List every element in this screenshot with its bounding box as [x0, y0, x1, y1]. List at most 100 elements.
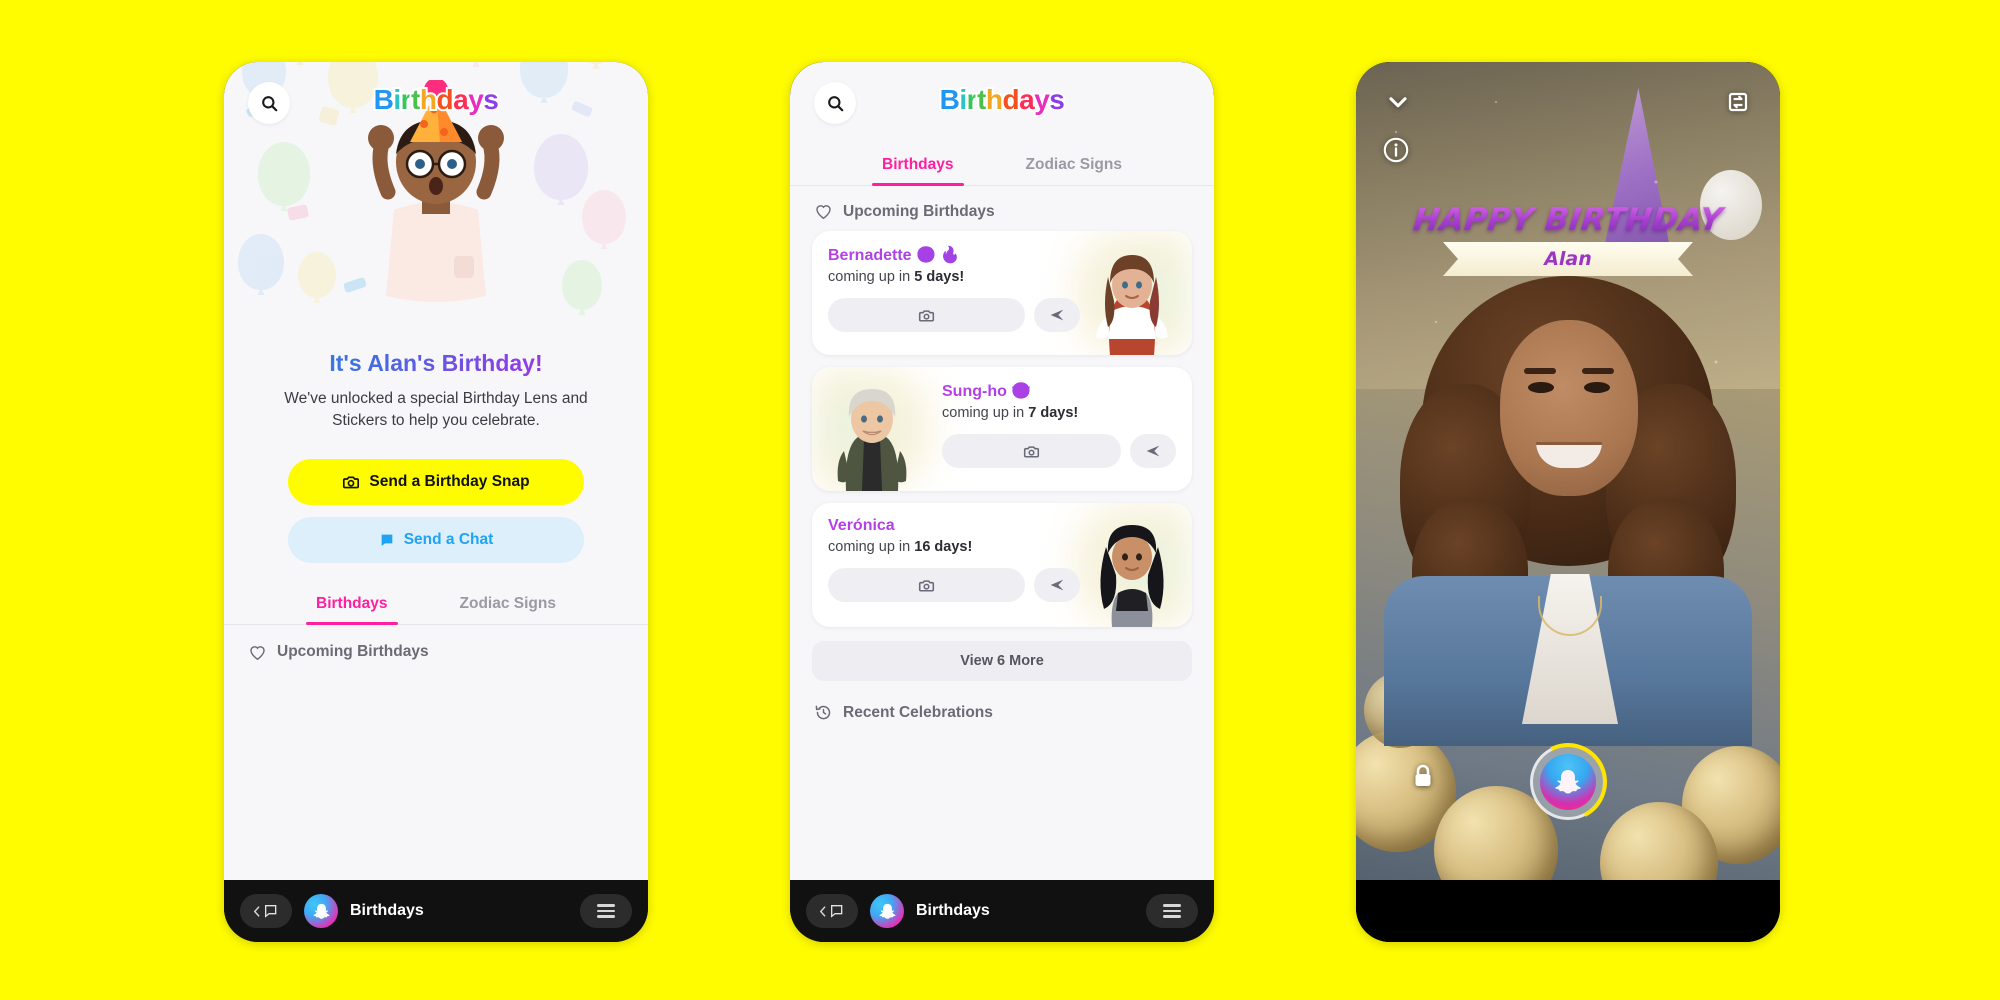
upcoming-birthdays-label: Upcoming Birthdays [277, 643, 429, 661]
brand-letter-8: s [1047, 82, 1067, 117]
brand-letter-2: r [399, 82, 414, 117]
phone-1-header: Birthdays [224, 62, 648, 140]
heart-icon [816, 205, 831, 220]
chat-icon [381, 534, 393, 546]
card-actions [828, 298, 1080, 332]
camera-top-controls [1356, 62, 1780, 182]
send-a-chat-button[interactable]: Send a Chat [288, 516, 584, 563]
ghost-glyph [312, 903, 330, 919]
name-ribbon: Alan [1443, 242, 1693, 276]
send-birthday-snap-label: Send a Birthday Snap [369, 472, 530, 490]
camera-icon [1023, 445, 1040, 458]
brand-letter-6: a [451, 82, 471, 117]
flip-camera-button[interactable] [1718, 82, 1758, 122]
hamburger-menu-icon [1163, 904, 1181, 907]
birthday-card-sung-ho[interactable]: Sung-ho 😎 coming up in 7 days! [812, 367, 1192, 491]
lens-capture-button[interactable] [1518, 732, 1618, 832]
upcoming-birthdays-section-header: Upcoming Birthdays [224, 625, 648, 662]
bitmoji-avatar-bernadette [1096, 255, 1168, 355]
send-snap-button[interactable] [828, 568, 1025, 602]
countdown-value: 7 days! [1028, 405, 1079, 421]
send-snap-button[interactable] [828, 298, 1025, 332]
send-arrow-icon [1050, 579, 1064, 591]
phone-2-header: Birthdays [790, 62, 1214, 140]
brand-letter-1: i [957, 82, 969, 117]
camera-icon [343, 476, 360, 489]
countdown-text: coming up in 16 days! [828, 539, 1080, 555]
phone-1-screen: Birthdays It's Alan's Birthday! We've un… [224, 62, 648, 880]
cta-button-group: Send a Birthday Snap Send a Chat [224, 458, 648, 563]
card-actions [828, 568, 1080, 602]
back-to-chat-button[interactable] [240, 894, 292, 928]
brand-letter-0: B [372, 82, 396, 117]
brand-letter-3: t [975, 82, 988, 117]
hero-subtitle: We've unlocked a special Birthday Lens a… [284, 390, 588, 430]
brand-letter-2: r [965, 82, 980, 117]
info-icon [1383, 137, 1409, 163]
friend-name: Sung-ho 😎 [942, 381, 1176, 401]
brand-letter-0: B [938, 82, 962, 117]
upcoming-birthdays-label: Upcoming Birthdays [843, 202, 995, 220]
countdown-prefix: coming up in [828, 539, 915, 555]
phone-1-birthdays-intro: Birthdays It's Alan's Birthday! We've un… [224, 62, 648, 942]
send-chat-button[interactable] [1034, 298, 1080, 332]
phone-1-bar-title: Birthdays [350, 902, 424, 919]
phone-2-bar-title: Birthdays [916, 902, 990, 919]
tab-zodiac-signs[interactable]: Zodiac Signs [456, 589, 560, 624]
chat-back-icon [831, 905, 843, 918]
brand-letter-7: y [466, 82, 486, 117]
camera-icon [918, 579, 935, 592]
countdown-text: coming up in 5 days! [828, 269, 1080, 285]
chevron-left-icon [253, 905, 260, 917]
send-chat-button[interactable] [1130, 434, 1176, 468]
friend-name: Bernadette 😊 🔥 [828, 245, 1080, 265]
send-birthday-snap-button[interactable]: Send a Birthday Snap [288, 458, 584, 505]
recent-celebrations-label: Recent Celebrations [843, 703, 993, 721]
countdown-prefix: coming up in [942, 405, 1029, 421]
camera-viewfinder[interactable]: HAPPY BIRTHDAY Alan [1356, 62, 1780, 880]
chat-back-icon [265, 905, 277, 918]
phone-2-bottom-bar: Birthdays [790, 880, 1214, 942]
countdown-value: 16 days! [914, 539, 973, 555]
brand-letter-8: s [481, 82, 501, 117]
recent-celebrations-section-header: Recent Celebrations [790, 681, 1214, 722]
bitmoji-avatar-sung-ho [837, 389, 907, 491]
happy-birthday-sticker: HAPPY BIRTHDAY Alan [1356, 202, 1780, 276]
chevron-left-icon [819, 905, 826, 917]
hamburger-menu-button[interactable] [1146, 894, 1198, 928]
hamburger-menu-button[interactable] [580, 894, 632, 928]
snapchat-ghost-icon [304, 894, 338, 928]
tab-birthdays[interactable]: Birthdays [872, 150, 963, 186]
upcoming-birthdays-section-header: Upcoming Birthdays [790, 186, 1214, 221]
history-clock-icon [815, 705, 831, 720]
send-snap-button[interactable] [942, 434, 1121, 468]
brand-letter-7: y [1032, 82, 1052, 117]
camera-icon [918, 309, 935, 322]
bitmoji-avatar-veronica [1100, 525, 1164, 627]
friend-name: Verónica [828, 517, 1080, 535]
birthday-card-bernadette[interactable]: Bernadette 😊 🔥 coming up in 5 days! [812, 231, 1192, 355]
send-a-chat-label: Send a Chat [403, 530, 494, 548]
birthday-card-veronica[interactable]: Verónica coming up in 16 days! [812, 503, 1192, 627]
phone-2-birthdays-list: Birthdays Birthdays Zodiac Signs Upcomin… [790, 62, 1214, 942]
card-actions [942, 434, 1176, 468]
back-to-chat-button[interactable] [806, 894, 858, 928]
phone-3-camera-lens: HAPPY BIRTHDAY Alan [1356, 62, 1780, 942]
brand-letter-5: d [435, 82, 456, 117]
ghost-glyph [878, 903, 896, 919]
phone-1-tab-bar: Birthdays Zodiac Signs [224, 589, 648, 625]
lens-info-button[interactable] [1380, 134, 1412, 166]
hamburger-menu-icon [597, 904, 615, 907]
tab-zodiac-signs[interactable]: Zodiac Signs [1022, 150, 1126, 185]
flip-camera-icon [1728, 92, 1748, 112]
birthday-card-list: Bernadette 😊 🔥 coming up in 5 days! Sung… [790, 221, 1214, 627]
brand-letter-5: d [1001, 82, 1022, 117]
countdown-value: 5 days! [914, 269, 965, 285]
app-brand-title: Birthdays [224, 82, 648, 117]
close-lens-button[interactable] [1378, 82, 1418, 122]
phone-2-tab-bar: Birthdays Zodiac Signs [790, 150, 1214, 186]
view-more-button[interactable]: View 6 More [812, 641, 1192, 681]
send-chat-button[interactable] [1034, 568, 1080, 602]
happy-birthday-headline: HAPPY BIRTHDAY [1356, 202, 1780, 238]
tab-birthdays[interactable]: Birthdays [306, 589, 397, 625]
